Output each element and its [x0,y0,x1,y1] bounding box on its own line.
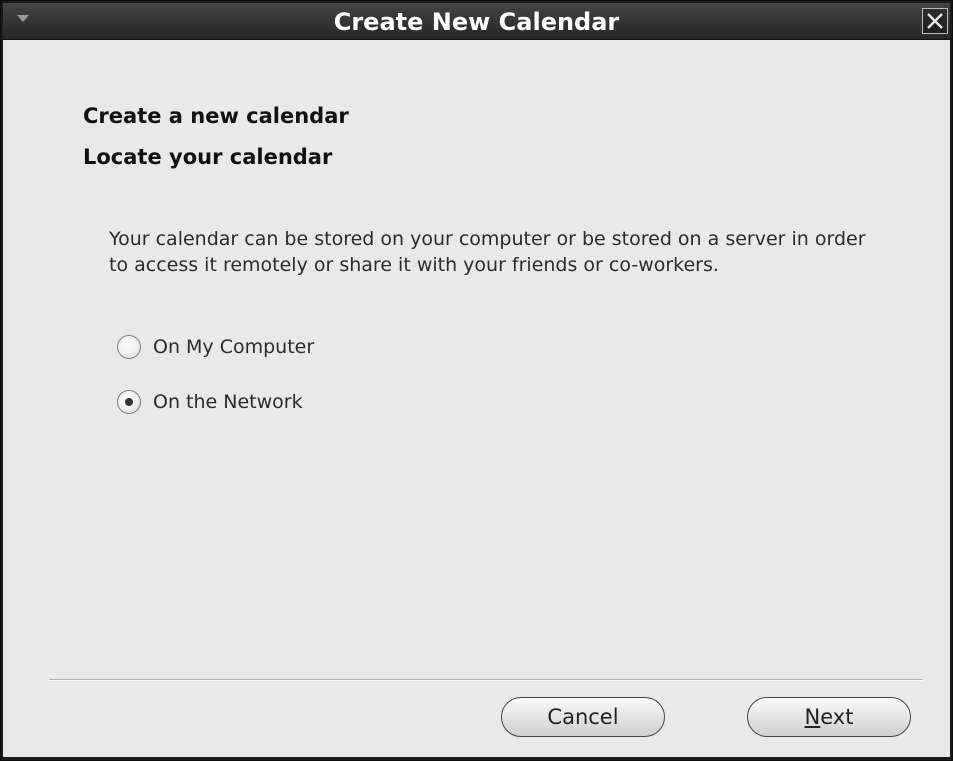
page-subtitle: Locate your calendar [83,145,333,169]
radio-label: On My Computer [153,336,315,358]
title-bar[interactable]: Create New Calendar [3,3,950,40]
cancel-button[interactable]: Cancel [501,697,665,737]
window-frame-bottom [3,757,950,760]
cancel-button-label: Cancel [547,705,619,729]
next-button[interactable]: Next [747,697,911,737]
separator [49,679,923,681]
dialog-window: Create New Calendar Create a new calenda… [0,0,953,761]
radio-on-my-computer[interactable]: On My Computer [117,332,314,362]
radio-button[interactable] [117,335,141,359]
window-title: Create New Calendar [333,8,620,36]
close-icon [927,13,943,29]
description-text: Your calendar can be stored on your comp… [109,228,866,276]
radio-label: On the Network [153,391,303,413]
next-button-label: ext [820,705,854,729]
page-title: Create a new calendar [83,104,349,128]
next-mnemonic: N [804,705,821,729]
dialog-content: Create a new calendar Locate your calend… [3,40,950,757]
radio-on-the-network[interactable]: On the Network [117,387,303,417]
close-button[interactable] [922,8,948,34]
radio-button-selected[interactable] [117,390,141,414]
